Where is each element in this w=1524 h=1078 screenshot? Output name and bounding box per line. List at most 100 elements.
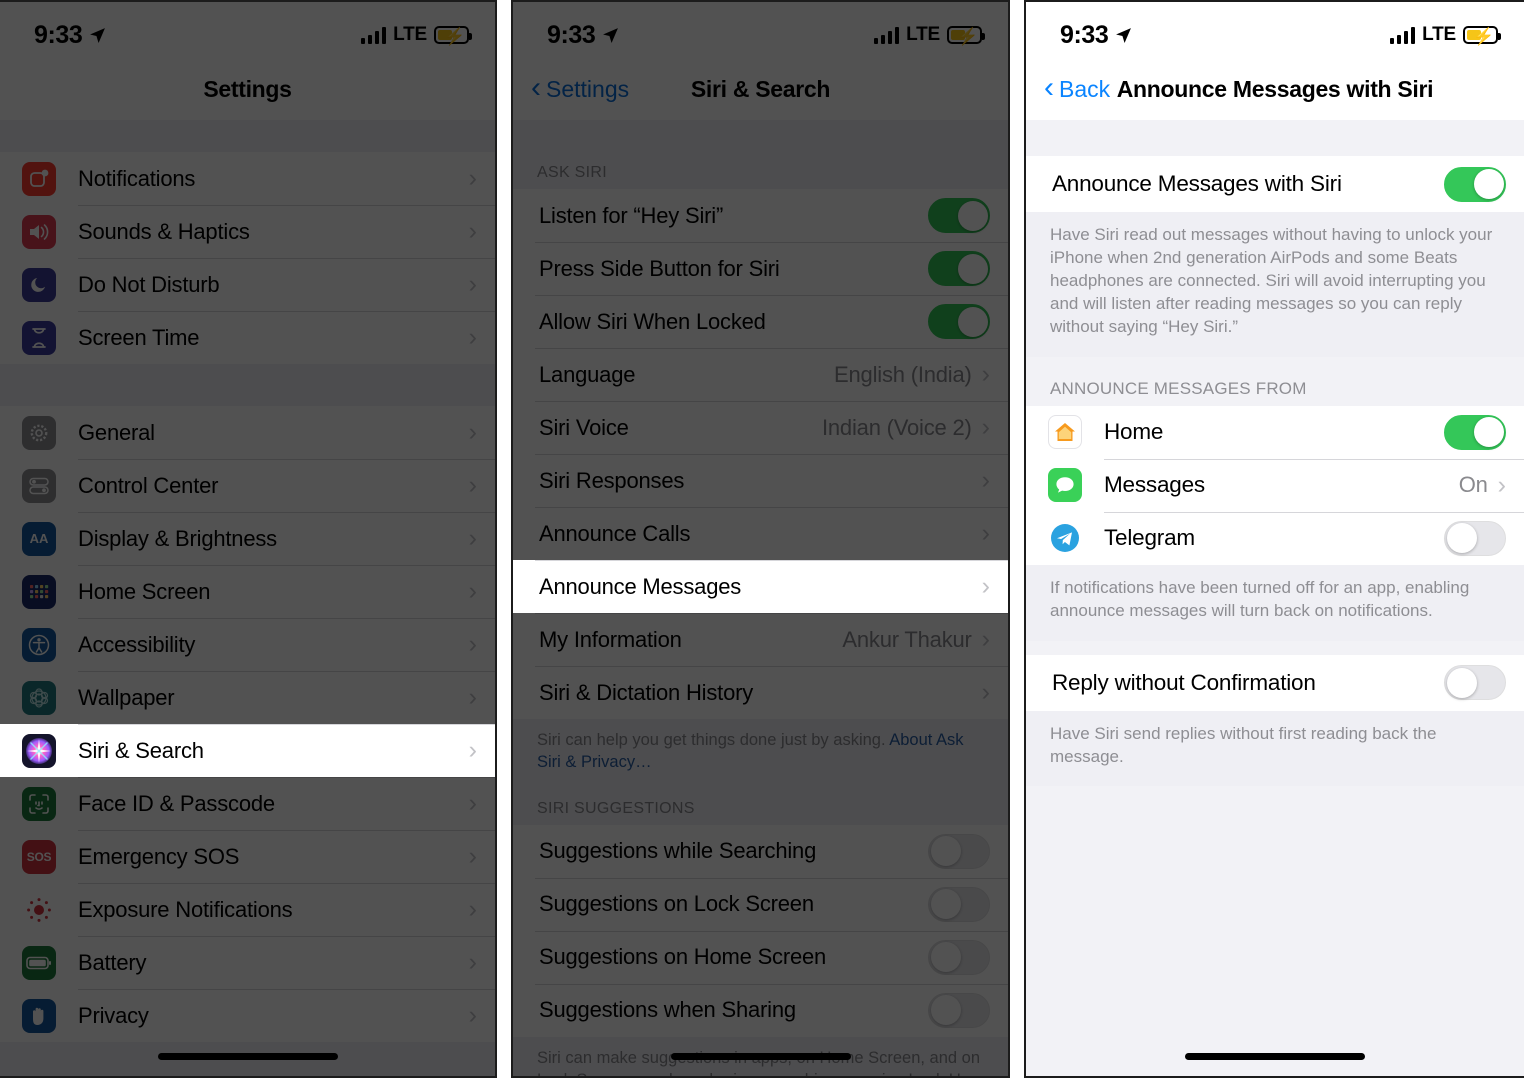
toggle-suggestions-when-sharing[interactable]: [928, 992, 990, 1028]
sidebar-item-wallpaper[interactable]: Wallpaper ›: [0, 671, 495, 724]
row-my-information[interactable]: My Information Ankur Thakur ›: [513, 613, 1008, 666]
row-label: Suggestions when Sharing: [539, 997, 796, 1023]
siri-settings-list: ASK SIRI Listen for “Hey Siri” Press Sid…: [513, 120, 1008, 1076]
toggle-app-telegram[interactable]: [1444, 520, 1506, 556]
row-label: Control Center: [78, 472, 219, 498]
sidebar-item-exposure-notifications[interactable]: Exposure Notifications ›: [0, 883, 495, 936]
chevron-right-icon: ›: [468, 471, 477, 499]
row-app-messages[interactable]: Messages On ›: [1026, 458, 1524, 512]
row-label: Home: [1104, 419, 1164, 445]
sidebar-item-siri-search[interactable]: Siri & Search ›: [0, 724, 495, 777]
toggle-suggestions-while-searching[interactable]: [928, 833, 990, 869]
row-siri-responses[interactable]: Siri Responses ›: [513, 454, 1008, 507]
messages-app-icon: [1048, 468, 1082, 503]
control-center-icon: [22, 468, 56, 503]
status-time: 9:33: [547, 20, 596, 49]
chevron-right-icon: ›: [981, 519, 990, 547]
panel-siri-search: 9:33 LTE ⚡ ‹ Settings Siri & Search ASK …: [511, 0, 1010, 1078]
row-announce-messages-with-siri[interactable]: Announce Messages with Siri: [1026, 156, 1524, 212]
home-screen-icon: [22, 574, 56, 609]
chevron-right-icon: ›: [981, 360, 990, 388]
sidebar-item-control-center[interactable]: Control Center ›: [0, 459, 495, 512]
home-indicator[interactable]: [1185, 1053, 1365, 1060]
row-app-telegram[interactable]: Telegram: [1026, 511, 1524, 565]
row-language[interactable]: Language English (India) ›: [513, 348, 1008, 401]
row-label: Reply without Confirmation: [1052, 669, 1316, 695]
row-label: Exposure Notifications: [78, 896, 293, 922]
face-id-icon: [22, 786, 56, 821]
home-indicator[interactable]: [157, 1053, 338, 1060]
row-label: Accessibility: [78, 631, 196, 657]
sidebar-item-do-not-disturb[interactable]: Do Not Disturb ›: [0, 258, 495, 311]
toggle-press-side-button-for-siri[interactable]: [928, 251, 990, 286]
home-indicator[interactable]: [670, 1053, 851, 1060]
chevron-right-icon: ›: [468, 683, 477, 711]
row-label: Siri Responses: [539, 467, 685, 493]
row-app-home[interactable]: Home: [1026, 405, 1524, 459]
sidebar-item-emergency-sos[interactable]: SOS Emergency SOS ›: [0, 830, 495, 883]
announce-apps-group: Home Messages On › Telegram: [1026, 405, 1524, 565]
row-suggestions-when-sharing[interactable]: Suggestions when Sharing: [513, 983, 1008, 1037]
row-label: Do Not Disturb: [78, 271, 220, 297]
sidebar-item-face-id-passcode[interactable]: Face ID & Passcode ›: [0, 777, 495, 830]
list-top-spacer: [513, 120, 1008, 138]
section-header-announce-messages-from: ANNOUNCE MESSAGES FROM: [1050, 378, 1307, 398]
panel-announce-messages: 9:33 LTE ⚡ ‹ Back Announce Messages with…: [1024, 0, 1524, 1078]
sidebar-item-privacy[interactable]: Privacy ›: [0, 989, 495, 1042]
toggle-app-home[interactable]: [1444, 414, 1506, 450]
row-label: Listen for “Hey Siri”: [539, 202, 724, 228]
row-suggestions-while-searching[interactable]: Suggestions while Searching: [513, 824, 1008, 878]
row-announce-calls[interactable]: Announce Calls ›: [513, 507, 1008, 560]
sidebar-item-sounds-haptics[interactable]: Sounds & Haptics ›: [0, 205, 495, 258]
toggle-announce-messages-with-siri[interactable]: [1444, 166, 1506, 202]
sidebar-item-notifications[interactable]: Notifications ›: [0, 152, 495, 205]
row-allow-siri-when-locked[interactable]: Allow Siri When Locked: [513, 295, 1008, 348]
status-bar: 9:33 LTE ⚡: [513, 2, 1008, 58]
row-announce-messages[interactable]: Announce Messages ›: [513, 560, 1008, 613]
row-value: Ankur Thakur: [842, 626, 972, 652]
nav-bar: ‹ Back Announce Messages with Siri: [1026, 58, 1524, 120]
sidebar-item-accessibility[interactable]: Accessibility ›: [0, 618, 495, 671]
chevron-right-icon: ›: [468, 270, 477, 298]
home-app-icon: [1048, 415, 1082, 450]
sidebar-item-home-screen[interactable]: Home Screen ›: [0, 565, 495, 618]
sidebar-item-display-brightness[interactable]: AA Display & Brightness ›: [0, 512, 495, 565]
location-arrow-icon: [602, 27, 619, 44]
row-reply-without-confirmation[interactable]: Reply without Confirmation: [1026, 654, 1524, 711]
row-label: Sounds & Haptics: [78, 218, 250, 244]
toggle-allow-siri-when-locked[interactable]: [928, 304, 990, 339]
row-siri-dictation-history[interactable]: Siri & Dictation History ›: [513, 666, 1008, 719]
row-label: Battery: [78, 949, 147, 975]
status-bar-right: LTE ⚡: [360, 24, 472, 46]
cellular-bars-icon: [873, 26, 900, 44]
toggle-suggestions-on-home-screen[interactable]: [928, 939, 990, 975]
row-siri-voice[interactable]: Siri Voice Indian (Voice 2) ›: [513, 401, 1008, 454]
row-listen-for-hey-siri[interactable]: Listen for “Hey Siri”: [513, 189, 1008, 242]
status-time: 9:33: [1060, 20, 1109, 49]
row-label: Press Side Button for Siri: [539, 255, 780, 281]
sidebar-item-battery[interactable]: Battery ›: [0, 936, 495, 989]
toggle-suggestions-on-lock-screen[interactable]: [928, 886, 990, 922]
ask-siri-group: Listen for “Hey Siri” Press Side Button …: [513, 189, 1008, 719]
sidebar-item-general[interactable]: General ›: [0, 406, 495, 459]
row-label: Face ID & Passcode: [78, 790, 275, 816]
row-press-side-button-for-siri[interactable]: Press Side Button for Siri: [513, 242, 1008, 295]
group-divider: [0, 364, 495, 406]
back-button-settings[interactable]: ‹ Settings: [513, 73, 630, 104]
back-button[interactable]: ‹ Back: [1026, 73, 1110, 104]
toggle-reply-without-confirmation[interactable]: [1444, 665, 1506, 701]
sidebar-item-screen-time[interactable]: Screen Time ›: [0, 311, 495, 364]
row-suggestions-on-lock-screen[interactable]: Suggestions on Lock Screen: [513, 877, 1008, 931]
list-bottom-spacer: [0, 1042, 495, 1076]
settings-group-1: Notifications › Sounds & Haptics › Do No…: [0, 152, 495, 364]
status-bar: 9:33 LTE ⚡: [0, 2, 495, 58]
row-suggestions-on-home-screen[interactable]: Suggestions on Home Screen: [513, 930, 1008, 984]
row-label: Language: [539, 361, 636, 387]
chevron-right-icon: ›: [981, 678, 990, 706]
battery-icon: [22, 945, 56, 980]
row-value: Indian (Voice 2): [821, 414, 972, 440]
back-button-label: Settings: [546, 75, 630, 102]
row-label: Messages: [1104, 472, 1205, 498]
toggle-listen-for-hey-siri[interactable]: [928, 198, 990, 233]
chevron-right-icon: ›: [468, 842, 477, 870]
